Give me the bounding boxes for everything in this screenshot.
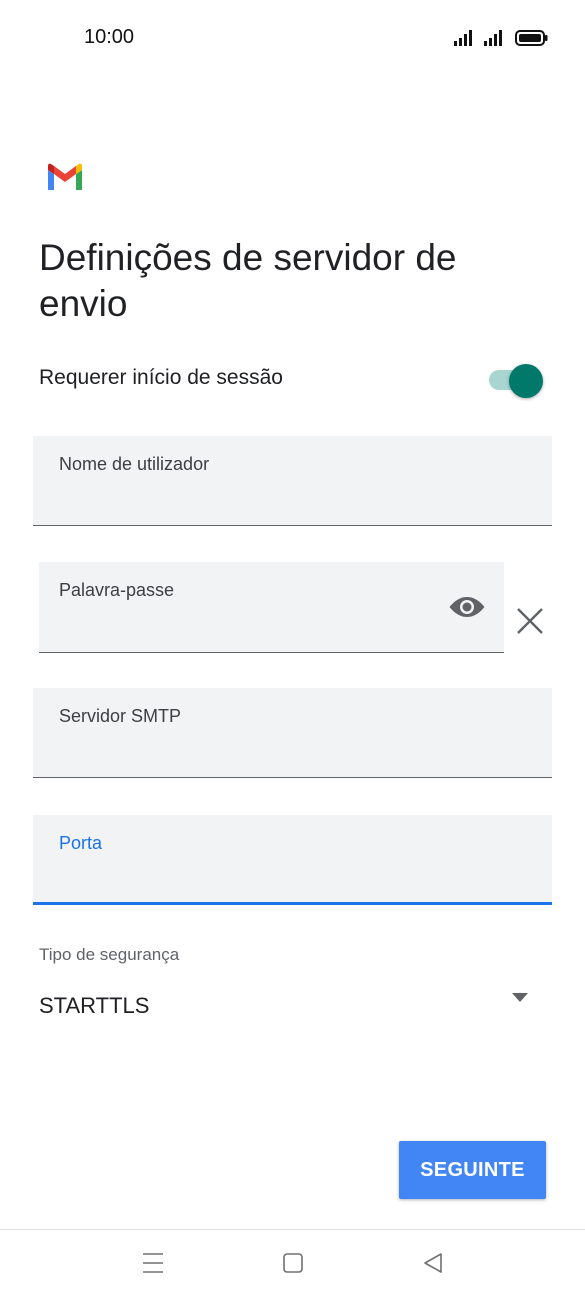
- smtp-server-field[interactable]: Servidor SMTP: [33, 688, 552, 778]
- port-field[interactable]: Porta: [33, 815, 552, 905]
- username-label: Nome de utilizador: [59, 454, 210, 474]
- caret-down-icon: [512, 993, 528, 1002]
- port-input[interactable]: [59, 866, 532, 892]
- security-type-value: STARTTLS: [39, 993, 150, 1018]
- security-type-dropdown[interactable]: STARTTLS: [39, 985, 539, 1029]
- password-label: Palavra-passe: [59, 580, 175, 600]
- username-field[interactable]: Nome de utilizador: [33, 436, 552, 526]
- status-bar: 10:00: [0, 0, 585, 76]
- smtp-server-label: Servidor SMTP: [59, 706, 182, 726]
- menu-icon[interactable]: [141, 1250, 165, 1276]
- toggle-thumb: [509, 364, 543, 398]
- require-login-label: Requerer início de sessão: [39, 366, 283, 389]
- next-button[interactable]: SEGUINTE: [399, 1141, 546, 1199]
- port-label: Porta: [59, 833, 103, 853]
- battery-icon: [515, 30, 548, 46]
- home-icon[interactable]: [281, 1250, 305, 1276]
- page-title: Definições de servidor de envio: [39, 237, 457, 324]
- security-type-label: Tipo de segurança: [39, 945, 180, 964]
- eye-icon[interactable]: [448, 594, 486, 620]
- signal-icon: [454, 30, 502, 46]
- signal-battery-icons: [454, 30, 548, 46]
- require-login-toggle[interactable]: [487, 364, 545, 398]
- username-input[interactable]: [59, 489, 532, 515]
- status-time: 10:00: [84, 26, 135, 48]
- password-field[interactable]: Palavra-passe: [39, 562, 504, 653]
- smtp-server-input[interactable]: [59, 741, 532, 767]
- gmail-logo: [48, 163, 82, 190]
- close-icon[interactable]: [514, 605, 546, 637]
- password-input[interactable]: [59, 616, 434, 642]
- back-icon[interactable]: [421, 1250, 445, 1276]
- system-nav-bar: [0, 1230, 585, 1300]
- require-login-row: Requerer início de sessão: [39, 358, 549, 402]
